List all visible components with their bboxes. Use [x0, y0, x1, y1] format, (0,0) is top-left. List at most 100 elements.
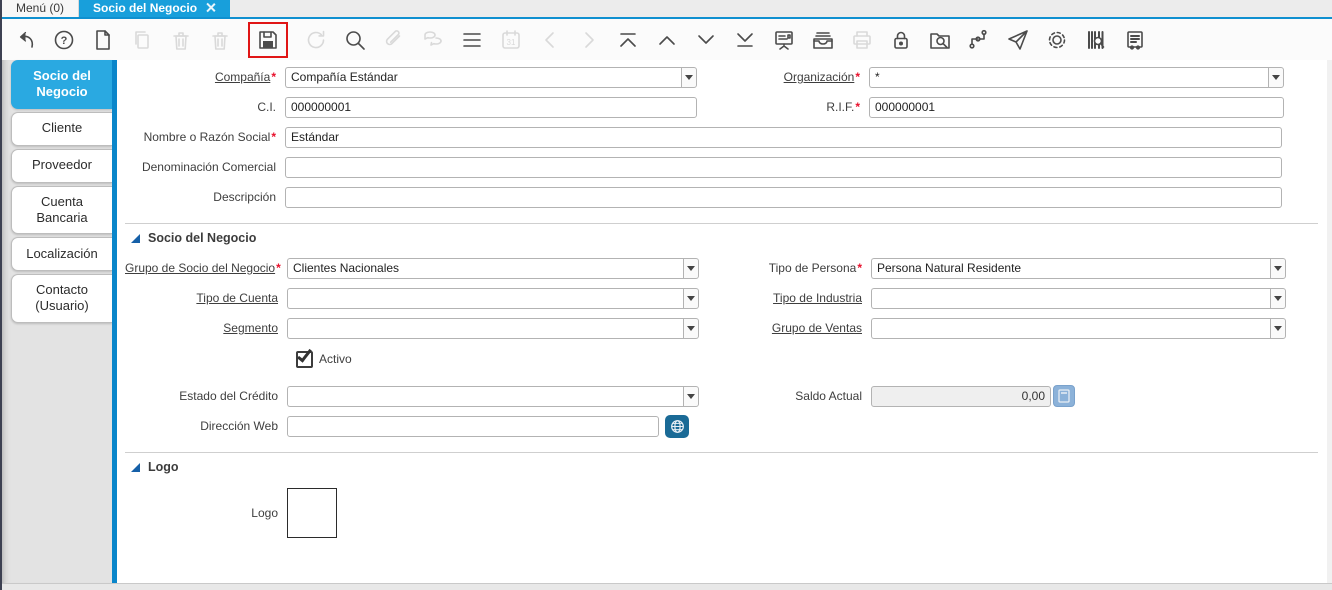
- sidebar-tab-cliente[interactable]: Cliente: [11, 111, 112, 146]
- section-title: Logo: [148, 460, 179, 474]
- save-icon[interactable]: [255, 27, 281, 53]
- sidebar-tab-contacto-usuario[interactable]: Contacto (Usuario): [11, 274, 112, 323]
- tipo-industria-link[interactable]: Tipo de Industria: [773, 291, 862, 305]
- attachment-icon[interactable]: [381, 27, 407, 53]
- tipo-industria-dropdown-button[interactable]: [1269, 287, 1286, 309]
- copy-record-icon[interactable]: [129, 27, 155, 53]
- segmento-label: Segmento: [125, 321, 287, 335]
- estado-credito-dropdown-button[interactable]: [682, 385, 699, 407]
- compania-link[interactable]: Compañía: [215, 70, 270, 84]
- delete-selection-icon[interactable]: [207, 27, 233, 53]
- activo-checkbox[interactable]: [296, 345, 313, 368]
- compania-select[interactable]: [285, 66, 681, 88]
- grupo-socio-dropdown-button[interactable]: [682, 257, 699, 279]
- tipo-cuenta-link[interactable]: Tipo de Cuenta: [196, 291, 278, 305]
- ci-input[interactable]: [285, 96, 697, 118]
- rif-input[interactable]: [869, 96, 1284, 118]
- tab-socio-label: Socio del Negocio: [93, 0, 198, 15]
- find-icon[interactable]: [342, 27, 368, 53]
- new-record-icon[interactable]: [90, 27, 116, 53]
- tipo-industria-select[interactable]: [871, 287, 1270, 309]
- sidebar-tab-label: Cuenta Bancaria: [36, 193, 88, 225]
- denominacion-input[interactable]: [285, 156, 1282, 178]
- tipo-persona-dropdown-button[interactable]: [1269, 257, 1286, 279]
- globe-button[interactable]: [665, 414, 689, 438]
- pos-receipt-icon[interactable]: [1122, 27, 1148, 53]
- section-header-logo[interactable]: Logo: [131, 460, 1318, 474]
- grupo-ventas-link[interactable]: Grupo de Ventas: [772, 321, 862, 335]
- nombre-input[interactable]: [285, 126, 1282, 148]
- segmento-select[interactable]: [287, 317, 683, 339]
- denominacion-label: Denominación Comercial: [141, 160, 276, 174]
- grupo-socio-select[interactable]: [287, 257, 683, 279]
- refresh-icon[interactable]: [303, 27, 329, 53]
- tipo-cuenta-dropdown-button[interactable]: [682, 287, 699, 309]
- form-content: Compañía* Organización* C.I. R.I.F.* Nom…: [117, 60, 1332, 583]
- last-record-icon[interactable]: [732, 27, 758, 53]
- sidebar-tab-label: Localización: [26, 245, 98, 261]
- detail-record-icon[interactable]: [576, 27, 602, 53]
- sidebar-tab-socio-del-negocio[interactable]: Socio del Negocio: [11, 60, 112, 109]
- grupo-ventas-dropdown-button[interactable]: [1269, 317, 1286, 339]
- tipo-persona-select[interactable]: [871, 257, 1270, 279]
- save-highlight-box: [248, 21, 288, 58]
- collapse-triangle-icon[interactable]: [131, 462, 140, 472]
- report-icon[interactable]: [771, 27, 797, 53]
- tipo-cuenta-select[interactable]: [287, 287, 683, 309]
- workflow-icon[interactable]: [966, 27, 992, 53]
- close-tab-icon[interactable]: [205, 2, 216, 13]
- calculator-button[interactable]: [1053, 385, 1075, 407]
- delete-record-icon[interactable]: [168, 27, 194, 53]
- zoom-across-icon[interactable]: [927, 27, 953, 53]
- logo-image-box[interactable]: [287, 488, 337, 538]
- parent-record-icon[interactable]: [537, 27, 563, 53]
- sidebar-tab-localizacion[interactable]: Localización: [11, 237, 112, 271]
- segmento-dropdown-button[interactable]: [682, 317, 699, 339]
- section-header-socio[interactable]: Socio del Negocio: [131, 231, 1318, 245]
- logo-label: Logo: [251, 506, 278, 520]
- chevron-down-icon: [1273, 295, 1282, 301]
- organizacion-dropdown-button[interactable]: [1267, 66, 1284, 88]
- preferences-icon[interactable]: [1044, 27, 1070, 53]
- sidebar-tab-label: Cliente: [41, 120, 83, 136]
- grupo-ventas-label: Grupo de Ventas: [699, 321, 871, 335]
- tipo-persona-label: Tipo de Persona*: [768, 261, 862, 275]
- direccion-web-input[interactable]: [287, 415, 659, 437]
- grupo-socio-link[interactable]: Grupo de Socio del Negocio: [125, 261, 275, 275]
- lock-icon[interactable]: [888, 27, 914, 53]
- calendar-icon[interactable]: 31: [498, 27, 524, 53]
- segmento-link[interactable]: Segmento: [223, 321, 278, 335]
- print-icon[interactable]: [849, 27, 875, 53]
- bottom-bar: [2, 583, 1332, 590]
- tab-menu[interactable]: Menú (0): [2, 0, 80, 17]
- grupo-ventas-select[interactable]: [871, 317, 1270, 339]
- organizacion-link[interactable]: Organización: [784, 70, 855, 84]
- descripcion-input[interactable]: [285, 186, 1282, 208]
- product-info-icon[interactable]: [1083, 27, 1109, 53]
- nombre-label: Nombre o Razón Social*: [143, 130, 276, 144]
- tab-socio-del-negocio[interactable]: Socio del Negocio: [79, 0, 231, 17]
- checkmark-icon: [297, 345, 312, 363]
- sidebar-tab-proveedor[interactable]: Proveedor: [11, 148, 112, 183]
- chat-icon[interactable]: [420, 27, 446, 53]
- next-record-icon[interactable]: [693, 27, 719, 53]
- toggle-grid-icon[interactable]: [459, 27, 485, 53]
- sidebar-tab-label: Proveedor: [32, 157, 92, 173]
- compania-label: Compañía*: [214, 70, 276, 84]
- archive-icon[interactable]: [810, 27, 836, 53]
- undo-icon[interactable]: [12, 27, 38, 53]
- organizacion-select[interactable]: [869, 66, 1268, 88]
- previous-record-icon[interactable]: [654, 27, 680, 53]
- first-record-icon[interactable]: [615, 27, 641, 53]
- compania-dropdown-button[interactable]: [680, 66, 697, 88]
- saldo-actual-input: [871, 385, 1051, 407]
- help-icon[interactable]: ?: [51, 27, 77, 53]
- collapse-triangle-icon[interactable]: [131, 233, 140, 243]
- estado-credito-select[interactable]: [287, 385, 683, 407]
- chevron-down-icon: [686, 265, 695, 271]
- sidebar-tab-cuenta-bancaria[interactable]: Cuenta Bancaria: [11, 185, 112, 234]
- direccion-web-label: Dirección Web: [200, 419, 278, 433]
- scrollbar-track[interactable]: [1327, 60, 1332, 583]
- detail-tab-sidebar: Socio del Negocio Cliente Proveedor Cuen…: [2, 60, 112, 583]
- share-icon[interactable]: [1005, 27, 1031, 53]
